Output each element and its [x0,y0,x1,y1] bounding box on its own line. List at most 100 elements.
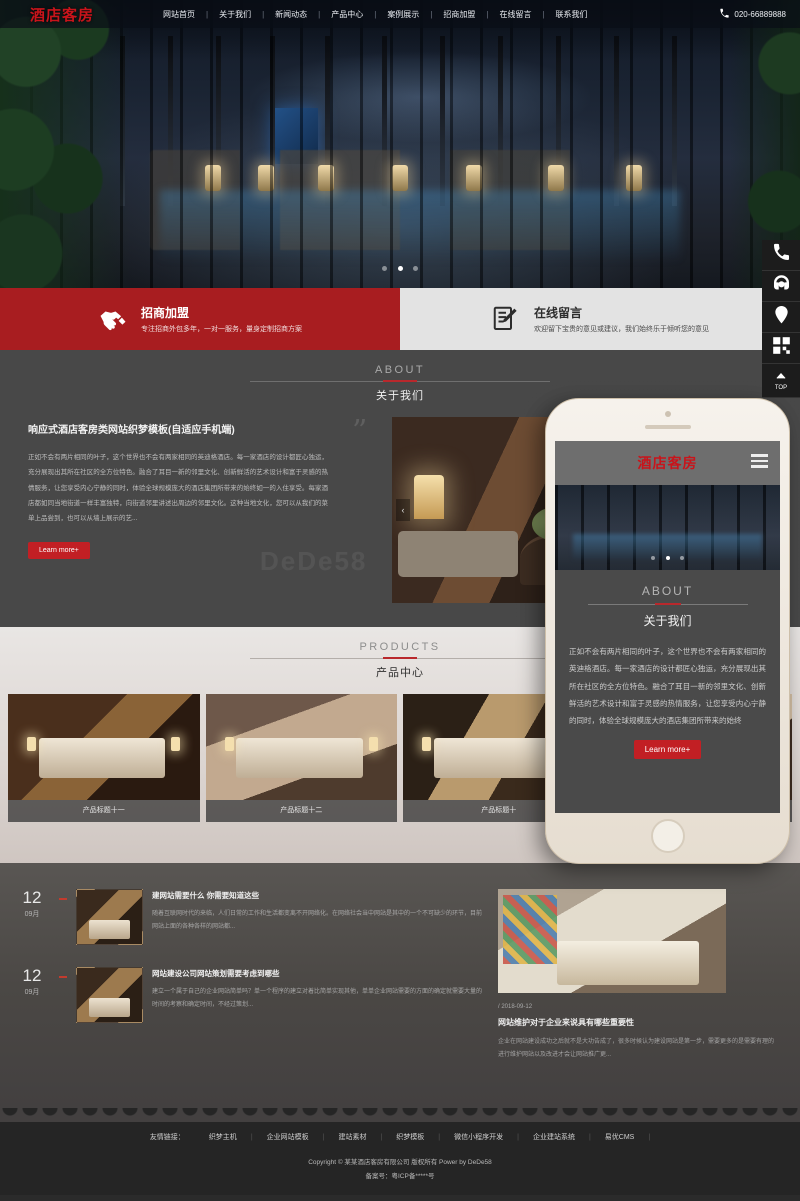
header-phone[interactable]: 020-66889888 [719,0,786,28]
bed-shape [236,737,363,778]
message-pencil-icon [491,304,521,334]
about-prev-arrow-icon[interactable]: ‹ [396,499,410,521]
friendly-links: 友情链接： 织梦主机 | 企业网站模板 | 建站素材 | 织梦模板 | 微信小程… [0,1132,800,1142]
phone-about-heading: ABOUT 关于我们 [555,570,780,629]
page-root: 酒店客房 网站首页 | 关于我们 | 新闻动态 | 产品中心 | 案例展示 | … [0,0,800,1201]
news-title[interactable]: 网站建设公司网站策划需要考虑到哪些 [152,968,484,979]
slider-dot[interactable] [412,266,418,271]
news-month: 09月 [24,989,40,996]
phone-learn-more-button[interactable]: Learn more+ [633,740,702,760]
news-title[interactable]: 建网站需要什么 你需要知道这些 [152,890,484,901]
about-learn-more-button[interactable]: Learn more+ [28,542,90,560]
footer-link-miniprogram[interactable]: 微信小程序开发 [440,1132,517,1142]
side-tool-back-to-top[interactable]: TOP [762,364,800,398]
site-footer: 友情链接： 织梦主机 | 企业网站模板 | 建站素材 | 织梦模板 | 微信小程… [0,1122,800,1196]
product-caption: 产品标题十一 [8,800,200,822]
franchise-banner[interactable]: 招商加盟 专注招商外包多年，一对一服务，量身定制招商方案 [0,288,400,350]
news-featured-date: / 2018-09-12 [498,1004,533,1010]
watermark: DeDe58 [260,546,368,576]
qrcode-icon [772,336,791,360]
phone-screen: 酒店客房 ABOUT 关于我们 正如不会有两片相同的叶子，这个世界也不会有两家相… [555,441,780,813]
about-image-lamp [414,475,444,519]
slider-dot-active[interactable] [397,266,403,271]
phone-speaker [644,425,691,429]
nav-item-news[interactable]: 新闻动态 [264,9,318,20]
phone-about-cn: 关于我们 [643,614,692,628]
handshake-icon [98,304,128,334]
lamp-shape [224,737,234,752]
phone-slider-dots[interactable] [555,547,780,565]
slider-dot[interactable] [382,266,388,271]
phone-site-logo[interactable]: 酒店客房 [638,453,698,473]
product-image [205,694,397,800]
lamp-shape [368,737,378,752]
heading-rule [250,381,550,382]
hamburger-icon[interactable] [751,454,768,471]
nav-item-message[interactable]: 在线留言 [488,9,542,20]
slider-dot[interactable] [679,556,684,560]
side-tool-location[interactable] [762,302,800,333]
back-to-top-label: TOP [774,384,788,391]
news-featured-title[interactable]: 网站维护对于企业来说具有哪些重要性 [498,1017,776,1028]
slider-dot-active[interactable] [665,556,670,560]
main-nav: 网站首页 | 关于我们 | 新闻动态 | 产品中心 | 案例展示 | 招商加盟 … [152,9,599,20]
hero-banner: 酒店客房 网站首页 | 关于我们 | 新闻动态 | 产品中心 | 案例展示 | … [0,0,800,288]
floating-side-toolbar: TOP [762,240,800,398]
site-logo[interactable]: 酒店客房 [30,4,130,25]
about-title: 响应式酒店客房类网站织梦模板(自适应手机端) [28,425,235,436]
news-item[interactable]: 12 09月 建网站需要什么 你需要知道这些 随着互联网时代的来临，人们日常的工… [14,889,484,945]
news-list: 12 09月 建网站需要什么 你需要知道这些 随着互联网时代的来临，人们日常的工… [14,889,484,1108]
footer-wave-divider [0,1108,800,1122]
quote-mark-icon: ” [352,414,368,449]
about-text-block: 响应式酒店客房类网站织梦模板(自适应手机端) 正如不会有两片相同的叶子，这个世界… [28,421,328,560]
franchise-subtitle: 专注招商外包多年，一对一服务，量身定制招商方案 [141,326,302,333]
nav-item-contact[interactable]: 联系我们 [545,9,599,20]
phone-icon [772,243,791,267]
footer-link-company-template[interactable]: 企业网站模板 [253,1132,323,1142]
nav-item-cases[interactable]: 案例展示 [376,9,430,20]
footer-link-dedecms-template[interactable]: 织梦模板 [382,1132,438,1142]
news-day: 12 [22,888,42,907]
side-tool-phone[interactable] [762,240,800,271]
top-arrow-icon [774,371,788,384]
news-item[interactable]: 12 09月 网站建设公司网站策划需要考虑到哪些 建立一个属于自己的企业网站简单… [14,967,484,1023]
side-tool-service[interactable] [762,271,800,302]
location-pin-icon [772,305,791,329]
lamp-shape [171,737,181,752]
promo-strip: 招商加盟 专注招商外包多年，一对一服务，量身定制招商方案 在线留言 欢迎留下宝贵… [0,288,800,350]
footer-link-material[interactable]: 建站素材 [324,1132,380,1142]
slider-dot[interactable] [651,556,656,560]
side-tool-qrcode[interactable] [762,333,800,364]
footer-link-eyoucms[interactable]: 易优CMS [591,1132,649,1142]
phone-hero-banner [555,485,780,570]
copyright-text: Copyright © 某某酒店客房有限公司 版权所有 Power by DeD… [308,1159,492,1166]
message-banner[interactable]: 在线留言 欢迎留下宝贵的意见或建议，我们始终乐于倾听您的意见 [400,288,800,350]
news-dash-icon [59,976,67,978]
news-featured-image [498,889,726,993]
news-month: 09月 [24,911,40,918]
footer-link-host[interactable]: 织梦主机 [195,1132,251,1142]
hero-slider-dots[interactable] [0,258,800,276]
product-card[interactable]: 产品标题十二 [205,694,397,822]
product-image [8,694,200,800]
nav-item-franchise[interactable]: 招商加盟 [432,9,486,20]
phone-about-en: ABOUT [641,584,694,598]
top-navigation-bar: 酒店客房 网站首页 | 关于我们 | 新闻动态 | 产品中心 | 案例展示 | … [0,0,800,28]
phone-top-bar [546,399,789,441]
news-featured-desc: 企业在网站建设成功之后就不是大功告成了，很多时候认为建设网站是第一步，需要更多的… [498,1039,775,1058]
nav-item-home[interactable]: 网站首页 [152,9,206,20]
phone-home-button[interactable] [650,819,685,853]
news-date: 12 09月 [14,967,50,997]
news-dash-icon [59,898,67,900]
phone-site-header: 酒店客房 [555,441,780,485]
news-day: 12 [22,966,42,985]
news-thumbnail [76,967,143,1023]
about-heading: ABOUT 关于我们 [0,350,800,403]
news-text: 建网站需要什么 你需要知道这些 随着互联网时代的来临，人们日常的工作和生活都变离… [152,889,484,933]
product-card[interactable]: 产品标题十一 [8,694,200,822]
news-section: 12 09月 建网站需要什么 你需要知道这些 随着互联网时代的来临，人们日常的工… [0,863,800,1108]
nav-item-products[interactable]: 产品中心 [320,9,374,20]
nav-item-about[interactable]: 关于我们 [208,9,262,20]
news-featured[interactable]: / 2018-09-12 网站维护对于企业来说具有哪些重要性 企业在网站建设成功… [484,889,776,1108]
footer-link-site-system[interactable]: 企业建站系统 [519,1132,589,1142]
